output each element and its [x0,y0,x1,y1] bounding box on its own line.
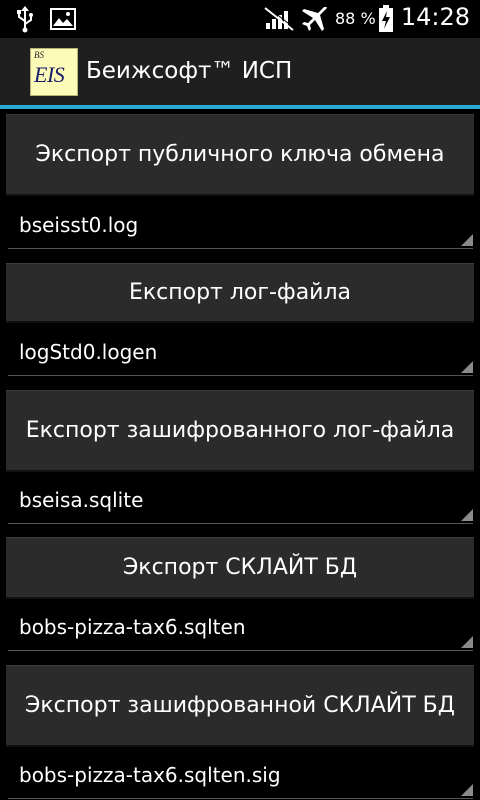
app-title: Беижсофт™ ИСП [86,58,293,84]
export-encrypted-sqlite-db-button[interactable]: Экспорт зашифрованной СКЛАЙТ БД [6,665,474,747]
export-sqlite-db-button[interactable]: Экспорт СКЛАЙТ БД [6,537,474,599]
export-list[interactable]: Экспорт публичного ключа обмена bseisst0… [0,109,480,800]
export-encrypted-log-button[interactable]: Експорт зашифрованного лог-файла [6,390,474,472]
clock: 14:28 [400,3,470,31]
public-key-log-spinner[interactable]: bseisst0.log [8,209,473,249]
spinner-arrow-icon [461,636,473,648]
export-log-file-button[interactable]: Експорт лог-файла [6,263,474,323]
usb-icon [14,5,36,37]
spinner-value: bseisst0.log [19,213,139,237]
status-bar: 88 % 14:28 [0,0,480,38]
spinner-value: bobs-pizza-tax6.sqlten [19,615,246,639]
spinner-arrow-icon [461,361,473,373]
app-logo[interactable]: BS EIS [30,48,78,96]
action-bar: BS EIS Беижсофт™ ИСП [0,38,480,105]
no-signal-icon [264,4,294,35]
spinner-value: logStd0.logen [19,340,158,364]
spinner-value: bobs-pizza-tax6.sqlten.sig [19,763,281,787]
battery-charging-icon [378,5,394,37]
app-logo-large-text: EIS [34,62,65,87]
spinner-arrow-icon [461,784,473,796]
airplane-mode-icon [300,6,328,36]
spinner-value: bseisa.sqlite [19,488,144,512]
encrypted-log-spinner[interactable]: bseisa.sqlite [8,484,473,524]
export-public-key-button[interactable]: Экспорт публичного ключа обмена [6,114,474,196]
sqlite-db-spinner[interactable]: bobs-pizza-tax6.sqlten [8,611,473,651]
log-file-spinner[interactable]: logStd0.logen [8,336,473,376]
app-logo-small-text: BS [34,50,44,60]
spinner-arrow-icon [461,509,473,521]
encrypted-sqlite-db-spinner[interactable]: bobs-pizza-tax6.sqlten.sig [8,759,473,799]
battery-percent: 88 % [335,9,376,28]
spinner-arrow-icon [461,234,473,246]
image-icon [50,8,76,34]
